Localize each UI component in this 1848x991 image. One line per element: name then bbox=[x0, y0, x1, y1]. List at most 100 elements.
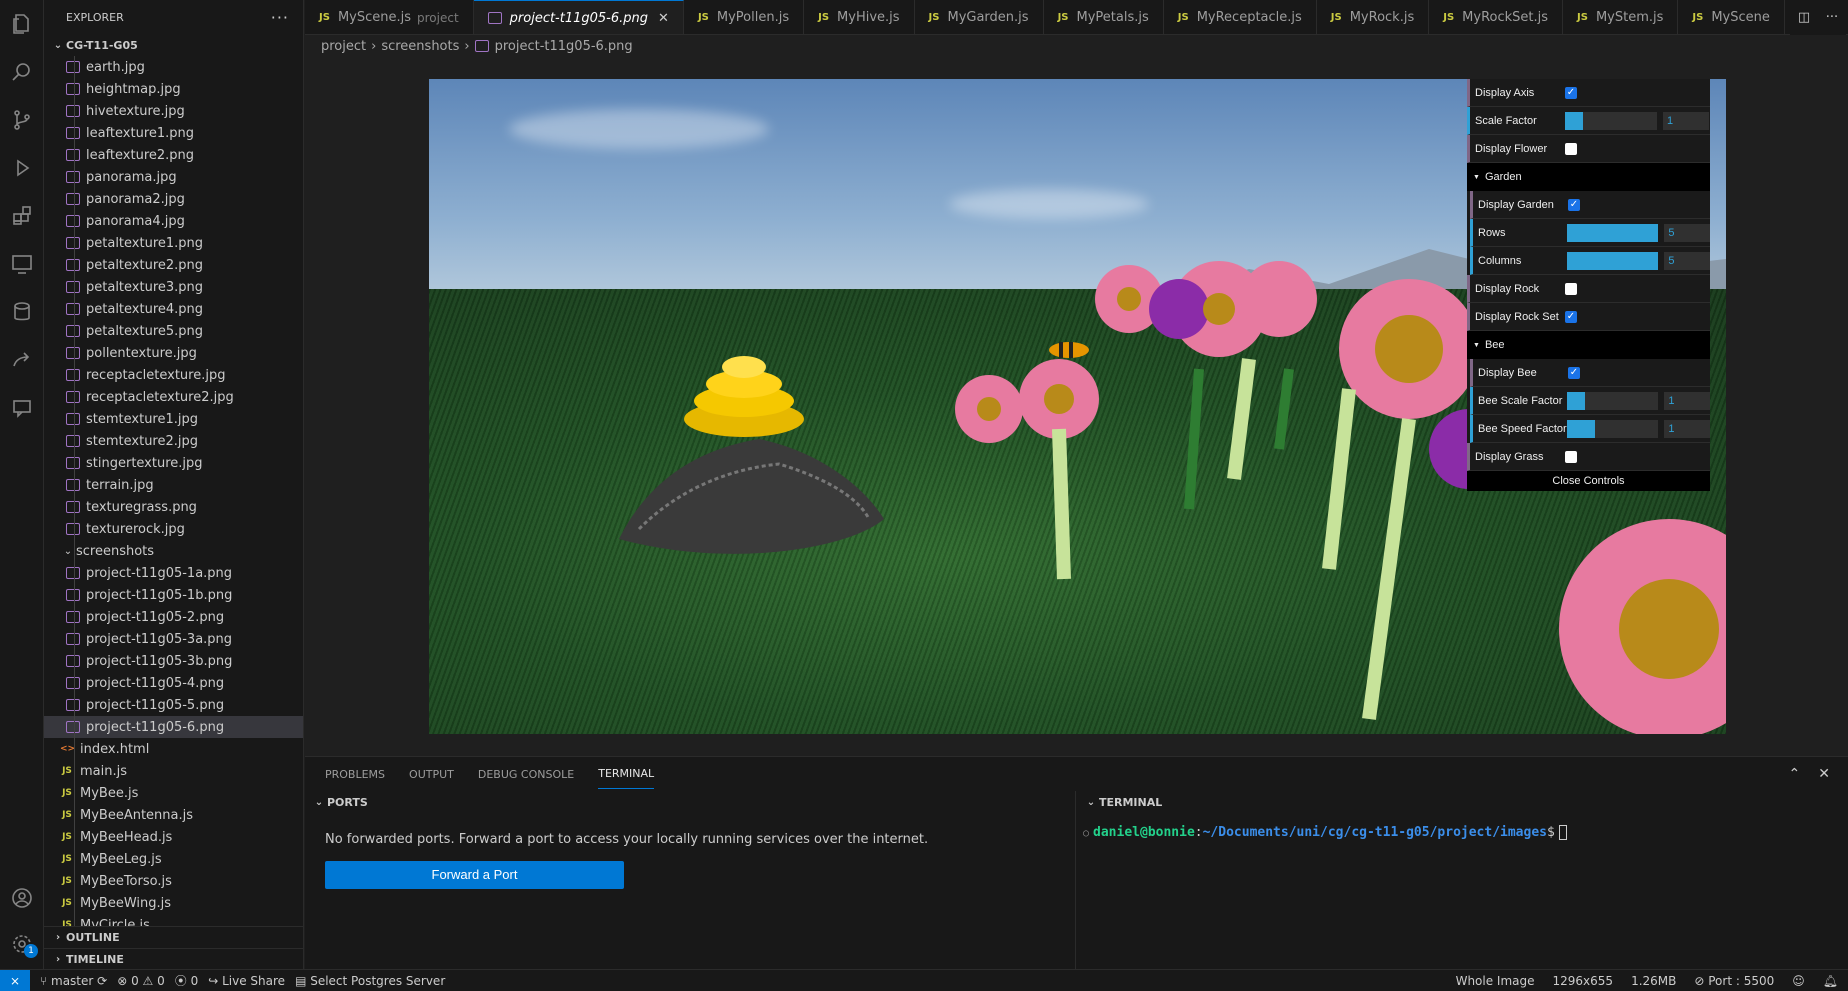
display-axis-checkbox[interactable] bbox=[1565, 86, 1577, 99]
maximize-panel-icon[interactable]: ⌃ bbox=[1789, 766, 1801, 782]
close-panel-icon[interactable]: ✕ bbox=[1818, 766, 1830, 782]
file-item[interactable]: leaftexture1.png bbox=[44, 122, 303, 144]
remote-indicator-icon[interactable]: ⨯ bbox=[0, 969, 30, 991]
file-item[interactable]: JS MyBeeLeg.js bbox=[44, 848, 303, 870]
file-item[interactable]: JS MyBeeAntenna.js bbox=[44, 804, 303, 826]
display-grass-checkbox[interactable] bbox=[1565, 450, 1577, 463]
file-item[interactable]: JS MyBeeWing.js bbox=[44, 892, 303, 914]
folder-item-screenshots[interactable]: ⌄ screenshots bbox=[44, 540, 303, 562]
editor-tab[interactable]: JS MyReceptacle.js bbox=[1164, 0, 1317, 34]
tab-output[interactable]: OUTPUT bbox=[409, 760, 454, 789]
ports-header[interactable]: ⌄ PORTS bbox=[305, 791, 1075, 813]
file-item[interactable]: leaftexture2.png bbox=[44, 144, 303, 166]
comments-icon[interactable] bbox=[8, 394, 36, 422]
close-tab-icon[interactable]: ✕ bbox=[658, 11, 669, 26]
run-debug-icon[interactable] bbox=[8, 154, 36, 182]
postgres-status[interactable]: ▤ Select Postgres Server bbox=[295, 974, 445, 988]
editor-tab[interactable]: JS MyRock.js bbox=[1317, 0, 1430, 34]
tab-terminal[interactable]: TERMINAL bbox=[598, 759, 655, 789]
rows-input[interactable]: 5 bbox=[1664, 223, 1710, 242]
tab-problems[interactable]: PROBLEMS bbox=[325, 760, 385, 789]
file-item[interactable]: petaltexture4.png bbox=[44, 298, 303, 320]
explorer-icon[interactable] bbox=[8, 10, 36, 38]
terminal-header[interactable]: ⌄ TERMINAL bbox=[1077, 791, 1848, 813]
account-icon[interactable] bbox=[8, 884, 36, 912]
bee-scale-slider[interactable] bbox=[1567, 391, 1659, 410]
file-item[interactable]: JS main.js bbox=[44, 760, 303, 782]
live-share-icon[interactable] bbox=[8, 346, 36, 374]
file-item[interactable]: petaltexture2.png bbox=[44, 254, 303, 276]
remote-explorer-icon[interactable] bbox=[8, 250, 36, 278]
editor-tab[interactable]: JS MyGarden.js bbox=[915, 0, 1044, 34]
file-item[interactable]: pollentexture.jpg bbox=[44, 342, 303, 364]
file-item[interactable]: project-t11g05-4.png bbox=[44, 672, 303, 694]
forward-port-button[interactable]: Forward a Port bbox=[325, 861, 624, 889]
file-item[interactable]: terrain.jpg bbox=[44, 474, 303, 496]
notifications-bell-icon[interactable]: 🔔︎ bbox=[1823, 974, 1838, 988]
editor-tab[interactable]: JS MyScene.js project bbox=[305, 0, 474, 34]
file-item[interactable]: texturerock.jpg bbox=[44, 518, 303, 540]
file-item[interactable]: JS MyCircle.js bbox=[44, 914, 303, 927]
database-icon[interactable] bbox=[8, 298, 36, 326]
file-item[interactable]: petaltexture3.png bbox=[44, 276, 303, 298]
extensions-icon[interactable] bbox=[8, 202, 36, 230]
editor-tab[interactable]: JS MyHive.js bbox=[804, 0, 915, 34]
file-item[interactable]: project-t11g05-3b.png bbox=[44, 650, 303, 672]
search-icon[interactable] bbox=[8, 58, 36, 86]
source-control-icon[interactable] bbox=[8, 106, 36, 134]
file-item[interactable]: project-t11g05-3a.png bbox=[44, 628, 303, 650]
editor-tab[interactable]: JS MyScene bbox=[1678, 0, 1785, 34]
file-item[interactable]: project-t11g05-1a.png bbox=[44, 562, 303, 584]
file-item[interactable]: earth.jpg bbox=[44, 56, 303, 78]
file-item[interactable]: petaltexture1.png bbox=[44, 232, 303, 254]
file-item[interactable]: JS MyBeeHead.js bbox=[44, 826, 303, 848]
display-bee-checkbox[interactable] bbox=[1568, 366, 1580, 379]
more-actions-icon[interactable]: ··· bbox=[1826, 10, 1838, 25]
file-item[interactable]: heightmap.jpg bbox=[44, 78, 303, 100]
file-item[interactable]: project-t11g05-1b.png bbox=[44, 584, 303, 606]
file-item[interactable]: project-t11g05-5.png bbox=[44, 694, 303, 716]
file-item[interactable]: <> index.html bbox=[44, 738, 303, 760]
file-item[interactable]: stemtexture2.jpg bbox=[44, 430, 303, 452]
file-item[interactable]: receptacletexture2.jpg bbox=[44, 386, 303, 408]
file-item[interactable]: receptacletexture.jpg bbox=[44, 364, 303, 386]
file-item[interactable]: JS MyBee.js bbox=[44, 782, 303, 804]
timeline-section[interactable]: › TIMELINE bbox=[44, 948, 303, 970]
editor-tab[interactable]: JS MyPollen.js bbox=[684, 0, 805, 34]
bee-folder[interactable]: ▼ Bee bbox=[1467, 331, 1710, 359]
workspace-folder[interactable]: ⌄ CG-T11-G05 bbox=[44, 35, 303, 55]
file-item[interactable]: stemtexture1.jpg bbox=[44, 408, 303, 430]
terminal-prompt-line[interactable]: ○ daniel@bonnie:~/Documents/uni/cg/cg-t11… bbox=[1083, 825, 1567, 840]
port-status[interactable]: ⊘ Port : 5500 bbox=[1694, 974, 1774, 988]
editor-tab[interactable]: JS MyStem.js bbox=[1563, 0, 1679, 34]
display-rock-checkbox[interactable] bbox=[1565, 282, 1577, 295]
file-item[interactable]: texturegrass.png bbox=[44, 496, 303, 518]
bee-speed-slider[interactable] bbox=[1567, 419, 1659, 438]
display-garden-checkbox[interactable] bbox=[1568, 198, 1580, 211]
more-actions-icon[interactable]: ··· bbox=[271, 8, 289, 27]
editor-tab[interactable]: JS MyRockSet.js bbox=[1429, 0, 1564, 34]
file-item[interactable]: panorama4.jpg bbox=[44, 210, 303, 232]
file-item[interactable]: project-t11g05-6.png bbox=[44, 716, 303, 738]
breadcrumb-item[interactable]: screenshots bbox=[381, 39, 459, 54]
file-item[interactable]: project-t11g05-2.png bbox=[44, 606, 303, 628]
file-item[interactable]: JS MyBeeTorso.js bbox=[44, 870, 303, 892]
split-editor-icon[interactable]: ◫ bbox=[1798, 10, 1810, 25]
file-item[interactable]: stingertexture.jpg bbox=[44, 452, 303, 474]
bee-scale-input[interactable]: 1 bbox=[1664, 391, 1710, 410]
file-item[interactable]: panorama2.jpg bbox=[44, 188, 303, 210]
whole-image-status[interactable]: Whole Image bbox=[1456, 974, 1535, 988]
problems-status[interactable]: ⊗ 0 ⚠ 0 bbox=[117, 974, 165, 988]
ports-status[interactable]: ⦿ 0 bbox=[175, 972, 198, 989]
breadcrumb-item[interactable]: project bbox=[321, 39, 366, 54]
live-share-status[interactable]: ↪ Live Share bbox=[208, 974, 285, 988]
tab-debug-console[interactable]: DEBUG CONSOLE bbox=[478, 760, 574, 789]
bee-speed-input[interactable]: 1 bbox=[1664, 419, 1710, 438]
copilot-icon[interactable]: ☺ bbox=[1792, 974, 1805, 988]
branch-status[interactable]: ⑂ master ⟳ bbox=[40, 974, 107, 988]
editor-tab[interactable]: project-t11g05-6.png ✕ bbox=[473, 0, 684, 34]
file-item[interactable]: hivetexture.jpg bbox=[44, 100, 303, 122]
scale-factor-input[interactable]: 1 bbox=[1663, 111, 1709, 130]
breadcrumb-item[interactable]: project-t11g05-6.png bbox=[495, 39, 633, 54]
display-flower-checkbox[interactable] bbox=[1565, 142, 1577, 155]
